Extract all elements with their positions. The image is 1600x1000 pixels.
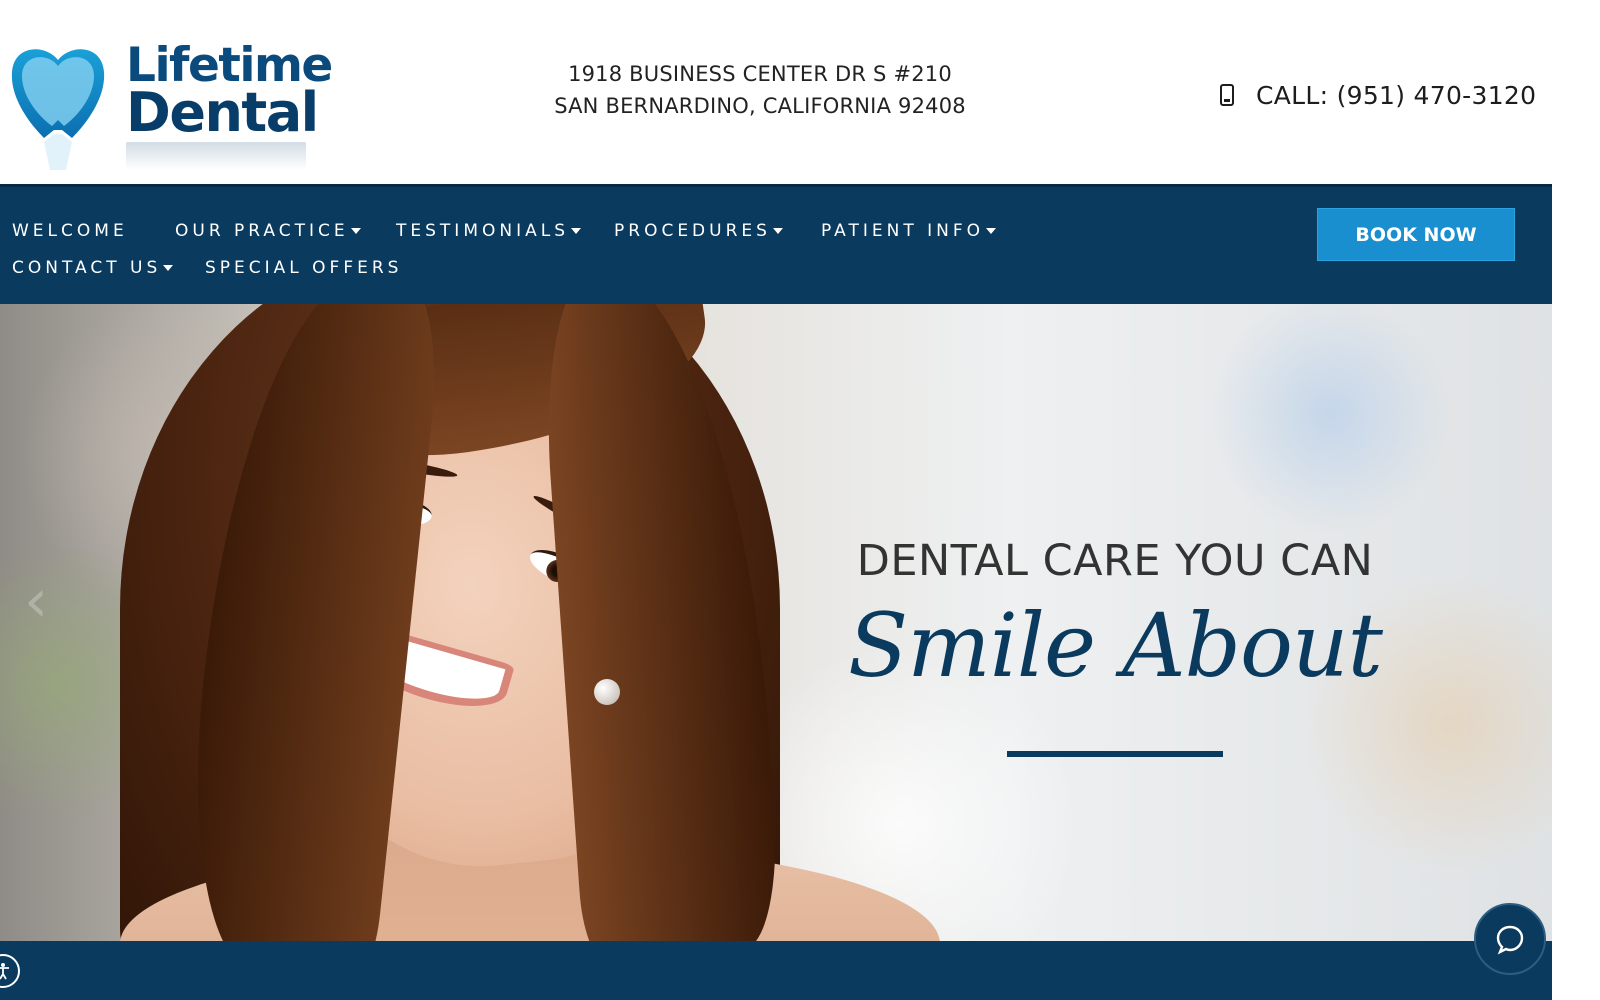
caret-down-icon <box>350 228 361 234</box>
nav-item-special-offers[interactable]: SPECIAL OFFERS <box>205 258 402 278</box>
hero-script-heading: Smile About <box>848 594 1383 697</box>
caret-down-icon <box>986 228 997 234</box>
call-link[interactable]: CALL: (951) 470-3120 <box>1220 78 1536 112</box>
hero-tagline: DENTAL CARE YOU CAN <box>856 536 1374 586</box>
mobile-phone-icon <box>1220 84 1234 106</box>
nav-label: CONTACT US <box>12 258 162 278</box>
chat-icon <box>1496 925 1524 955</box>
nav-item-contact-us[interactable]: CONTACT US <box>12 258 174 278</box>
nav-label: TESTIMONIALS <box>396 221 569 241</box>
hero-divider <box>1007 751 1223 757</box>
phone-number: CALL: (951) 470-3120 <box>1256 80 1537 110</box>
slider-prev-arrow-icon[interactable]: ‹ <box>24 566 48 636</box>
nav-item-welcome[interactable]: WELCOME <box>12 221 128 241</box>
logo-reflection <box>126 142 306 170</box>
footer-band <box>0 941 1552 1000</box>
tooth-logo-icon <box>11 49 105 170</box>
book-now-button[interactable]: BOOK NOW <box>1317 208 1515 261</box>
nav-label: OUR PRACTICE <box>175 221 349 241</box>
hero-photo-earring <box>594 679 620 705</box>
hero-slider: ‹ DENTAL CARE YOU CAN Smile About <box>0 304 1552 941</box>
nav-item-testimonials[interactable]: TESTIMONIALS <box>396 221 581 241</box>
site-logo[interactable]: Lifetime Dental <box>8 38 333 174</box>
nav-item-procedures[interactable]: PROCEDURES <box>614 221 783 241</box>
address-line-2: SAN BERNARDINO, CALIFORNIA 92408 <box>554 94 966 118</box>
nav-label: PROCEDURES <box>614 221 771 241</box>
logo-text-dental: Dental <box>126 81 319 144</box>
page-gutter <box>1552 0 1600 1000</box>
caret-down-icon <box>571 228 581 234</box>
address-line-1: 1918 BUSINESS CENTER DR S #210 <box>568 62 952 86</box>
caret-down-icon <box>772 228 783 234</box>
nav-item-our-practice[interactable]: OUR PRACTICE <box>175 221 361 241</box>
site-header: Lifetime Dental 1918 BUSINESS CENTER DR … <box>0 0 1552 184</box>
caret-down-icon <box>163 265 174 271</box>
nav-item-patient-info[interactable]: PATIENT INFO <box>821 221 997 241</box>
nav-label: PATIENT INFO <box>821 221 985 241</box>
nav-label: WELCOME <box>12 221 128 241</box>
nav-label: SPECIAL OFFERS <box>205 258 403 278</box>
chat-button[interactable] <box>1474 903 1546 975</box>
main-navigation: WELCOME OUR PRACTICE TESTIMONIALS PROCED… <box>0 184 1552 304</box>
accessibility-figure-icon <box>0 963 9 980</box>
practice-address: 1918 BUSINESS CENTER DR S #210 SAN BERNA… <box>470 58 1050 122</box>
